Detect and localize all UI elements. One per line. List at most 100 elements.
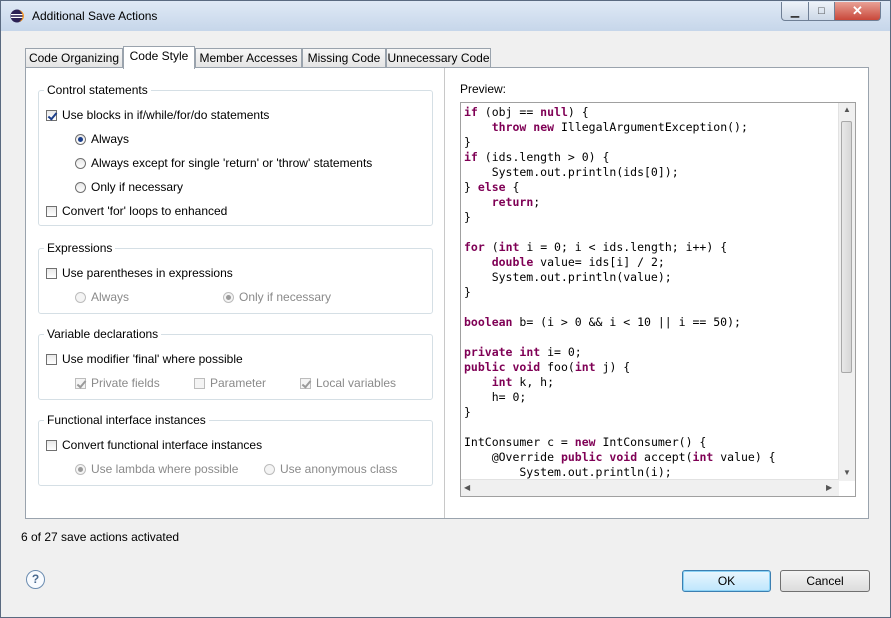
radio-label: Use anonymous class [280,462,398,476]
vertical-scrollbar[interactable]: ▲ ▼ [838,103,855,481]
code-text: (obj == [477,105,541,119]
scroll-up-icon[interactable]: ▲ [843,105,851,114]
checkbox-label: Parameter [210,376,267,390]
parameter-checkbox[interactable]: Parameter [194,376,266,390]
code-line: System.out.println(value); [464,270,776,285]
checkbox-box[interactable] [194,377,205,389]
code-text: b= (i > 0 && i < 10 || i == 50); [512,315,741,329]
radio-dot[interactable] [75,291,86,303]
eclipse-icon [10,9,24,23]
code-text: } [464,285,471,299]
checkbox-box[interactable] [75,377,86,389]
group-label: Functional interface instances [44,413,209,427]
convert-functional-checkbox[interactable]: Convert functional interface instances [46,438,262,452]
group-functional-interface-instances: Functional interface instances Convert f… [38,413,433,486]
ok-button[interactable]: OK [682,570,771,592]
code-text: } [464,180,478,194]
convert-for-loops-checkbox[interactable]: Convert 'for' loops to enhanced [46,204,227,218]
code-line: for (int i = 0; i < ids.length; i++) { [464,240,776,255]
code-keyword: double [491,255,534,269]
checkbox-box[interactable] [46,267,57,279]
use-lambda-radio[interactable]: Use lambda where possible [75,462,238,476]
parentheses-always-radio[interactable]: Always [75,290,129,304]
group-control-statements: Control statements Use blocks in if/whil… [38,83,433,226]
tab-unnecessary-code[interactable]: Unnecessary Code [386,48,491,68]
horizontal-scrollbar[interactable]: ◀ ▶ [461,479,839,496]
use-anonymous-class-radio[interactable]: Use anonymous class [264,462,397,476]
checkbox-box[interactable] [46,353,57,365]
parentheses-only-if-necessary-radio[interactable]: Only if necessary [223,290,331,304]
code-keyword: return [491,195,534,209]
cancel-button[interactable]: Cancel [780,570,870,592]
minimize-button[interactable]: ▁ [781,2,809,21]
radio-dot[interactable] [264,463,275,475]
code-keyword: int [692,450,714,464]
title-bar[interactable]: Additional Save Actions ▁ □ ✕ [1,1,890,31]
checkbox-label: Use blocks in if/while/for/do statements [62,108,270,122]
always-except-radio[interactable]: Always except for single 'return' or 'th… [75,156,372,170]
checkbox-box[interactable] [46,205,57,217]
checkbox-label: Convert 'for' loops to enhanced [62,204,228,218]
code-line: } [464,285,776,300]
group-expressions: Expressions Use parentheses in expressio… [38,241,433,314]
scroll-right-icon[interactable]: ▶ [826,483,832,492]
code-keyword: else [477,180,506,194]
scroll-thumb[interactable] [841,121,852,373]
radio-dot[interactable] [75,463,86,475]
maximize-button[interactable]: □ [808,2,835,21]
close-button[interactable]: ✕ [834,2,881,21]
radio-dot[interactable] [223,291,234,303]
use-final-checkbox[interactable]: Use modifier 'final' where possible [46,352,243,366]
code-line: boolean b= (i > 0 && i < 10 || i == 50); [464,315,776,330]
dialog-body: Code Organizing Code Style Member Access… [9,31,882,610]
private-fields-checkbox[interactable]: Private fields [75,376,160,390]
always-radio[interactable]: Always [75,132,129,146]
scroll-left-icon[interactable]: ◀ [464,483,470,492]
code-text: (ids.length > 0) { [477,150,610,164]
code-text: h= 0; [464,390,527,404]
tab-content-panel: Control statements Use blocks in if/whil… [25,67,869,519]
radio-dot[interactable] [75,157,86,169]
checkbox-box[interactable] [300,377,311,389]
tab-member-accesses[interactable]: Member Accesses [195,48,302,68]
code-keyword: private [464,345,513,359]
radio-dot[interactable] [75,181,86,193]
code-keyword: int [491,375,513,389]
tab-missing-code[interactable]: Missing Code [302,48,386,68]
help-icon[interactable]: ? [26,570,45,589]
only-if-necessary-radio[interactable]: Only if necessary [75,180,183,194]
local-variables-checkbox[interactable]: Local variables [300,376,396,390]
use-parentheses-checkbox[interactable]: Use parentheses in expressions [46,266,233,280]
use-blocks-checkbox[interactable]: Use blocks in if/while/for/do statements [46,108,269,122]
code-line: } [464,135,776,150]
radio-dot[interactable] [75,133,86,145]
code-keyword: void [609,450,638,464]
tab-code-organizing[interactable]: Code Organizing [25,48,123,68]
tab-code-style[interactable]: Code Style [123,46,195,69]
code-text: foo( [540,360,575,374]
code-text: } [464,405,471,419]
checkbox-box[interactable] [46,109,57,121]
code-keyword: if [464,150,478,164]
code-text: IntConsumer c = [464,435,575,449]
code-text: j) { [595,360,631,374]
preview-label: Preview: [460,82,507,96]
code-text: k, h; [512,375,555,389]
code-text: IntConsumer() { [595,435,707,449]
code-line: h= 0; [464,390,776,405]
checkbox-box[interactable] [46,439,57,451]
code-keyword: new [533,120,555,134]
code-text: System.out.println(i); [464,465,672,479]
group-label: Variable declarations [44,327,162,341]
code-keyword: throw [491,120,527,134]
preview-code-viewer[interactable]: if (obj == null) { throw new IllegalArgu… [460,102,856,497]
code-line: System.out.println(i); [464,465,776,480]
code-keyword: boolean [464,315,513,329]
code-line: double value= ids[i] / 2; [464,255,776,270]
code-line: throw new IllegalArgumentException(); [464,120,776,135]
code-text: i = 0; i < ids.length; i++) { [519,240,728,254]
scroll-down-icon[interactable]: ▼ [843,468,851,477]
